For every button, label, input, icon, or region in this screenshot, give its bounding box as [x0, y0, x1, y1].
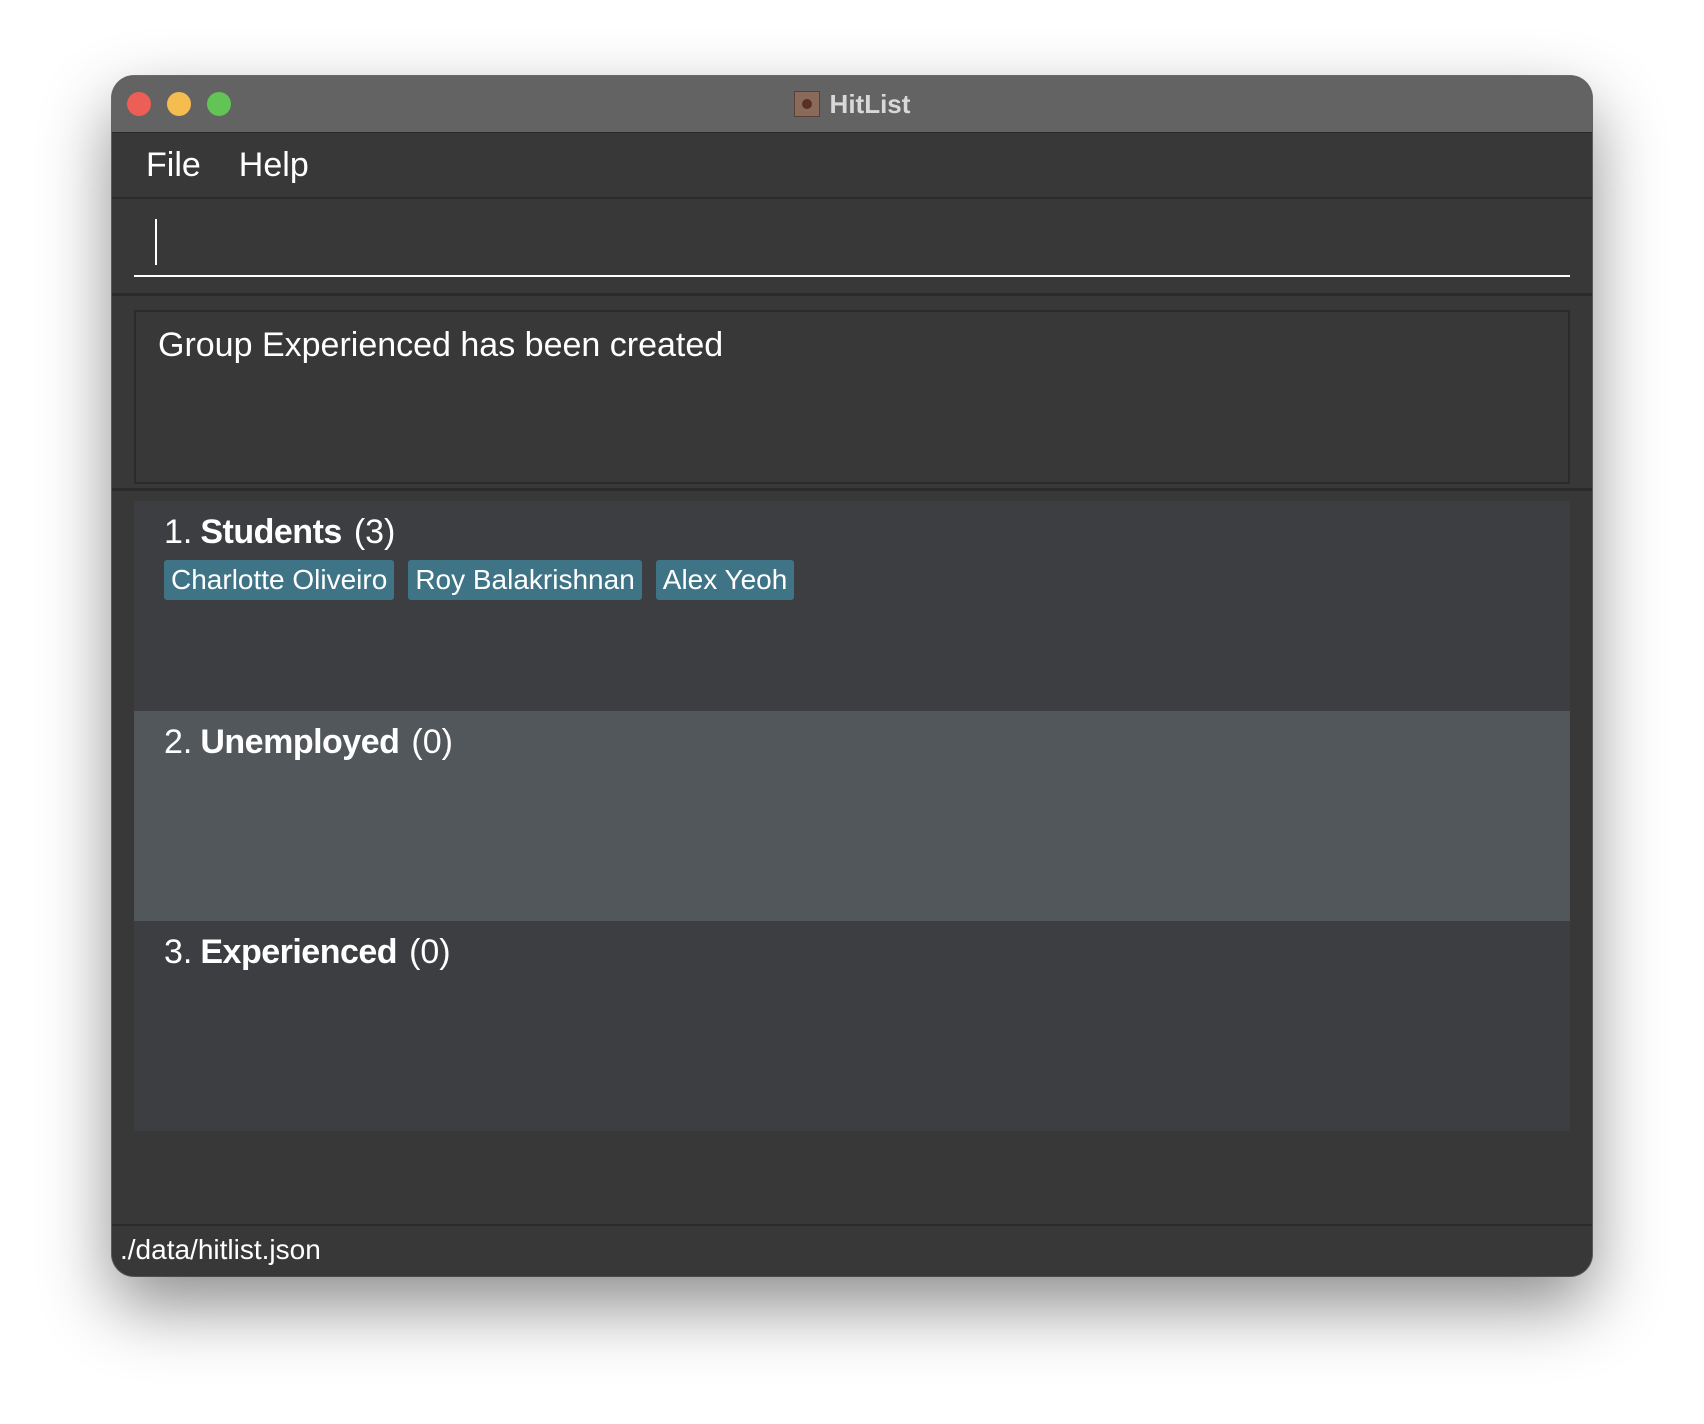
title-bar: HitList [112, 76, 1592, 133]
group-header: 2. Unemployed (0) [164, 723, 1540, 762]
status-bar: ./data/hitlist.json [112, 1224, 1592, 1276]
menu-bar: File Help [112, 133, 1592, 199]
title-wrap: HitList [112, 76, 1592, 132]
group-list[interactable]: 1. Students (3) Charlotte Oliveiro Roy B… [112, 491, 1592, 1201]
command-input[interactable] [134, 215, 1570, 277]
group-name: Experienced [200, 933, 398, 971]
group-card[interactable]: 2. Unemployed (0) [134, 711, 1570, 921]
member-tag: Charlotte Oliveiro [164, 560, 395, 600]
command-area [112, 199, 1592, 296]
group-card[interactable]: 1. Students (3) Charlotte Oliveiro Roy B… [134, 501, 1570, 711]
result-display: Group Experienced has been created [134, 310, 1570, 484]
group-name: Students [200, 513, 342, 551]
result-area: Group Experienced has been created [112, 296, 1592, 491]
group-index: 1. [164, 513, 193, 551]
group-index: 3. [164, 933, 193, 971]
member-tags: Charlotte Oliveiro Roy Balakrishnan Alex… [164, 560, 1540, 600]
menu-file[interactable]: File [146, 146, 201, 185]
member-tag: Roy Balakrishnan [408, 560, 642, 600]
group-card[interactable]: 3. Experienced (0) [134, 921, 1570, 1131]
member-tag: Alex Yeoh [655, 560, 795, 600]
app-logo-icon [793, 91, 820, 117]
group-count: (3) [353, 513, 396, 551]
menu-help[interactable]: Help [239, 146, 309, 185]
text-caret [155, 219, 157, 265]
group-header: 1. Students (3) [164, 513, 1540, 552]
group-count: (0) [411, 723, 453, 761]
save-file-path: ./data/hitlist.json [120, 1234, 321, 1265]
app-window: HitList File Help Group Experienced has … [112, 76, 1592, 1276]
group-count: (0) [409, 933, 451, 971]
group-name: Unemployed [200, 723, 400, 761]
window-title: HitList [829, 88, 911, 119]
group-index: 2. [164, 723, 193, 761]
group-header: 3. Experienced (0) [164, 933, 1540, 972]
